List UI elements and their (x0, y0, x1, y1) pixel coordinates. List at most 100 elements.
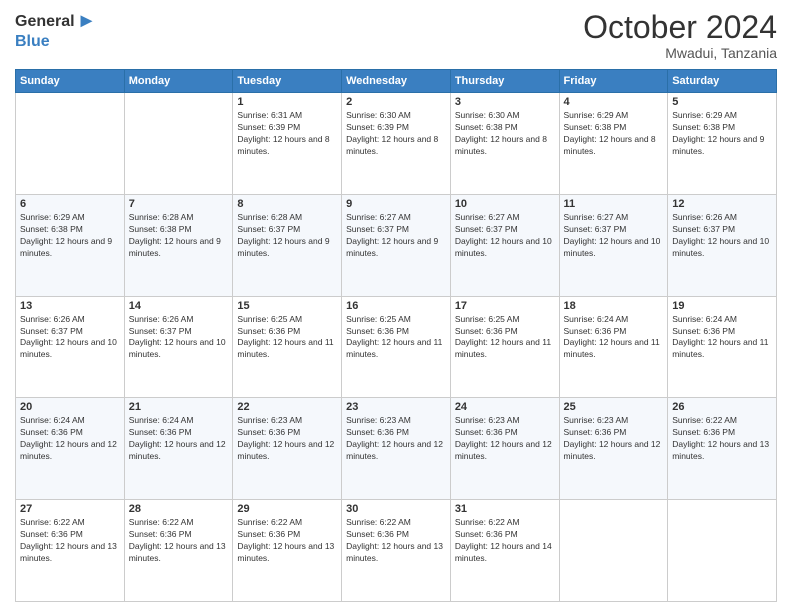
day-info: Sunrise: 6:29 AMSunset: 6:38 PMDaylight:… (672, 110, 772, 158)
day-cell (559, 500, 668, 602)
page: General ► Blue October 2024 Mwadui, Tanz… (0, 0, 792, 612)
day-number: 2 (346, 96, 446, 108)
day-cell: 11 Sunrise: 6:27 AMSunset: 6:37 PMDayligh… (559, 194, 668, 296)
day-info: Sunrise: 6:27 AMSunset: 6:37 PMDaylight:… (455, 212, 555, 260)
day-cell: 20Sunrise: 6:24 AMSunset: 6:36 PMDayligh… (16, 398, 125, 500)
day-info: Sunrise: 6:29 AMSunset: 6:38 PMDaylight:… (20, 212, 120, 260)
day-info: Sunrise: 6:28 AMSunset: 6:37 PMDaylight:… (237, 212, 337, 260)
logo-blue: Blue (15, 33, 50, 50)
day-info: Sunrise: 6:30 AMSunset: 6:38 PMDaylight:… (455, 110, 555, 158)
day-number: 22 (237, 401, 337, 413)
day-cell: 25 Sunrise: 6:23 AMSunset: 6:36 PMDayligh… (559, 398, 668, 500)
day-cell: 23Sunrise: 6:23 AMSunset: 6:36 PMDayligh… (342, 398, 451, 500)
day-info: Sunrise: 6:24 AMSunset: 6:36 PMDaylight:… (564, 314, 664, 362)
day-info: Sunrise: 6:27 AMSunset: 6:37 PMDaylight:… (346, 212, 446, 260)
day-cell: 30Sunrise: 6:22 AMSunset: 6:36 PMDayligh… (342, 500, 451, 602)
day-number: 16 (346, 300, 446, 312)
day-number: 6 (20, 198, 120, 210)
day-info: Sunrise: 6:22 AMSunset: 6:36 PMDaylight:… (20, 517, 120, 565)
week-row-4: 20 Sunrise: 6:24 AMSunset: 6:36 PMDayligh… (16, 398, 777, 500)
day-number: 1 (237, 96, 337, 108)
day-cell: 29Sunrise: 6:22 AMSunset: 6:36 PMDayligh… (233, 500, 342, 602)
day-cell: 19 Sunrise: 6:24 AMSunset: 6:36 PMDayligh… (668, 296, 777, 398)
day-number: 10 (455, 198, 555, 210)
month-title: October 2024 (583, 10, 777, 45)
weekday-header-thursday: Thursday (450, 70, 559, 93)
day-number: 11 (564, 198, 664, 210)
day-info: Sunrise: 6:27 AMSunset: 6:37 PMDaylight:… (564, 212, 664, 260)
day-info: Sunrise: 6:25 AMSunset: 6:36 PMDaylight:… (346, 314, 446, 362)
day-cell: 7 Sunrise: 6:28 AMSunset: 6:38 PMDaylight… (124, 194, 233, 296)
day-cell: 22 Sunrise: 6:23 AMSunset: 6:36 PMDayligh… (233, 398, 342, 500)
day-info: Sunrise: 6:22 AMSunset: 6:36 PMDaylight:… (455, 517, 555, 565)
weekday-header-row: SundayMondayTuesdayWednesdayThursdayFrid… (16, 70, 777, 93)
title-block: October 2024 Mwadui, Tanzania (583, 10, 777, 61)
day-number: 18 (564, 300, 664, 312)
day-cell: 16 Sunrise: 6:25 AMSunset: 6:36 PMDayligh… (342, 296, 451, 398)
weekday-header-wednesday: Wednesday (342, 70, 451, 93)
day-info: Sunrise: 6:29 AMSunset: 6:38 PMDaylight:… (564, 110, 664, 158)
day-number: 31 (455, 503, 555, 515)
day-number: 29 (237, 503, 337, 515)
day-number: 25 (564, 401, 664, 413)
day-info: Sunrise: 6:25 AMSunset: 6:36 PMDaylight:… (237, 314, 337, 362)
day-info: Sunrise: 6:26 AMSunset: 6:37 PMDaylight:… (672, 212, 772, 260)
logo: General ► Blue (15, 10, 96, 51)
day-cell: 21 Sunrise: 6:24 AMSunset: 6:36 PMDayligh… (124, 398, 233, 500)
day-number: 9 (346, 198, 446, 210)
weekday-header-friday: Friday (559, 70, 668, 93)
day-info: Sunrise: 6:22 AMSunset: 6:36 PMDaylight:… (346, 517, 446, 565)
logo-general: General (15, 13, 75, 31)
week-row-5: 27Sunrise: 6:22 AMSunset: 6:36 PMDayligh… (16, 500, 777, 602)
day-cell: 28Sunrise: 6:22 AMSunset: 6:36 PMDayligh… (124, 500, 233, 602)
day-cell: 1Sunrise: 6:31 AMSunset: 6:39 PMDaylight… (233, 93, 342, 195)
day-cell: 31 Sunrise: 6:22 AMSunset: 6:36 PMDayligh… (450, 500, 559, 602)
calendar-table: SundayMondayTuesdayWednesdayThursdayFrid… (15, 69, 777, 602)
day-number: 28 (129, 503, 229, 515)
day-number: 19 (672, 300, 772, 312)
logo-icon: ► (77, 10, 97, 33)
header: General ► Blue October 2024 Mwadui, Tanz… (15, 10, 777, 61)
day-number: 26 (672, 401, 772, 413)
day-info: Sunrise: 6:24 AMSunset: 6:36 PMDaylight:… (672, 314, 772, 362)
day-number: 4 (564, 96, 664, 108)
day-info: Sunrise: 6:23 AMSunset: 6:36 PMDaylight:… (455, 415, 555, 463)
weekday-header-sunday: Sunday (16, 70, 125, 93)
day-cell: 13Sunrise: 6:26 AMSunset: 6:37 PMDayligh… (16, 296, 125, 398)
day-info: Sunrise: 6:22 AMSunset: 6:36 PMDaylight:… (672, 415, 772, 463)
day-cell: 14 Sunrise: 6:26 AMSunset: 6:37 PMDayligh… (124, 296, 233, 398)
day-number: 7 (129, 198, 229, 210)
day-number: 21 (129, 401, 229, 413)
day-number: 14 (129, 300, 229, 312)
day-info: Sunrise: 6:28 AMSunset: 6:38 PMDaylight:… (129, 212, 229, 260)
day-info: Sunrise: 6:25 AMSunset: 6:36 PMDaylight:… (455, 314, 555, 362)
day-cell: 2 Sunrise: 6:30 AMSunset: 6:39 PMDaylight… (342, 93, 451, 195)
day-info: Sunrise: 6:23 AMSunset: 6:36 PMDaylight:… (564, 415, 664, 463)
day-cell: 4 Sunrise: 6:29 AMSunset: 6:38 PMDaylight… (559, 93, 668, 195)
day-number: 5 (672, 96, 772, 108)
day-number: 20 (20, 401, 120, 413)
day-cell: 5 Sunrise: 6:29 AMSunset: 6:38 PMDaylight… (668, 93, 777, 195)
day-number: 15 (237, 300, 337, 312)
day-info: Sunrise: 6:23 AMSunset: 6:36 PMDaylight:… (237, 415, 337, 463)
week-row-2: 6 Sunrise: 6:29 AMSunset: 6:38 PMDaylight… (16, 194, 777, 296)
day-number: 13 (20, 300, 120, 312)
day-cell: 17 Sunrise: 6:25 AMSunset: 6:36 PMDayligh… (450, 296, 559, 398)
day-cell: 6 Sunrise: 6:29 AMSunset: 6:38 PMDaylight… (16, 194, 125, 296)
day-number: 12 (672, 198, 772, 210)
day-cell: 9 Sunrise: 6:27 AMSunset: 6:37 PMDaylight… (342, 194, 451, 296)
day-number: 8 (237, 198, 337, 210)
day-number: 17 (455, 300, 555, 312)
week-row-1: 1Sunrise: 6:31 AMSunset: 6:39 PMDaylight… (16, 93, 777, 195)
day-cell: 8 Sunrise: 6:28 AMSunset: 6:37 PMDaylight… (233, 194, 342, 296)
day-info: Sunrise: 6:23 AMSunset: 6:36 PMDaylight:… (346, 415, 446, 463)
day-info: Sunrise: 6:30 AMSunset: 6:39 PMDaylight:… (346, 110, 446, 158)
day-number: 3 (455, 96, 555, 108)
weekday-header-saturday: Saturday (668, 70, 777, 93)
day-cell: 27Sunrise: 6:22 AMSunset: 6:36 PMDayligh… (16, 500, 125, 602)
day-number: 24 (455, 401, 555, 413)
day-cell: 26 Sunrise: 6:22 AMSunset: 6:36 PMDayligh… (668, 398, 777, 500)
day-info: Sunrise: 6:24 AMSunset: 6:36 PMDaylight:… (129, 415, 229, 463)
day-info: Sunrise: 6:26 AMSunset: 6:37 PMDaylight:… (129, 314, 229, 362)
location-title: Mwadui, Tanzania (583, 45, 777, 61)
